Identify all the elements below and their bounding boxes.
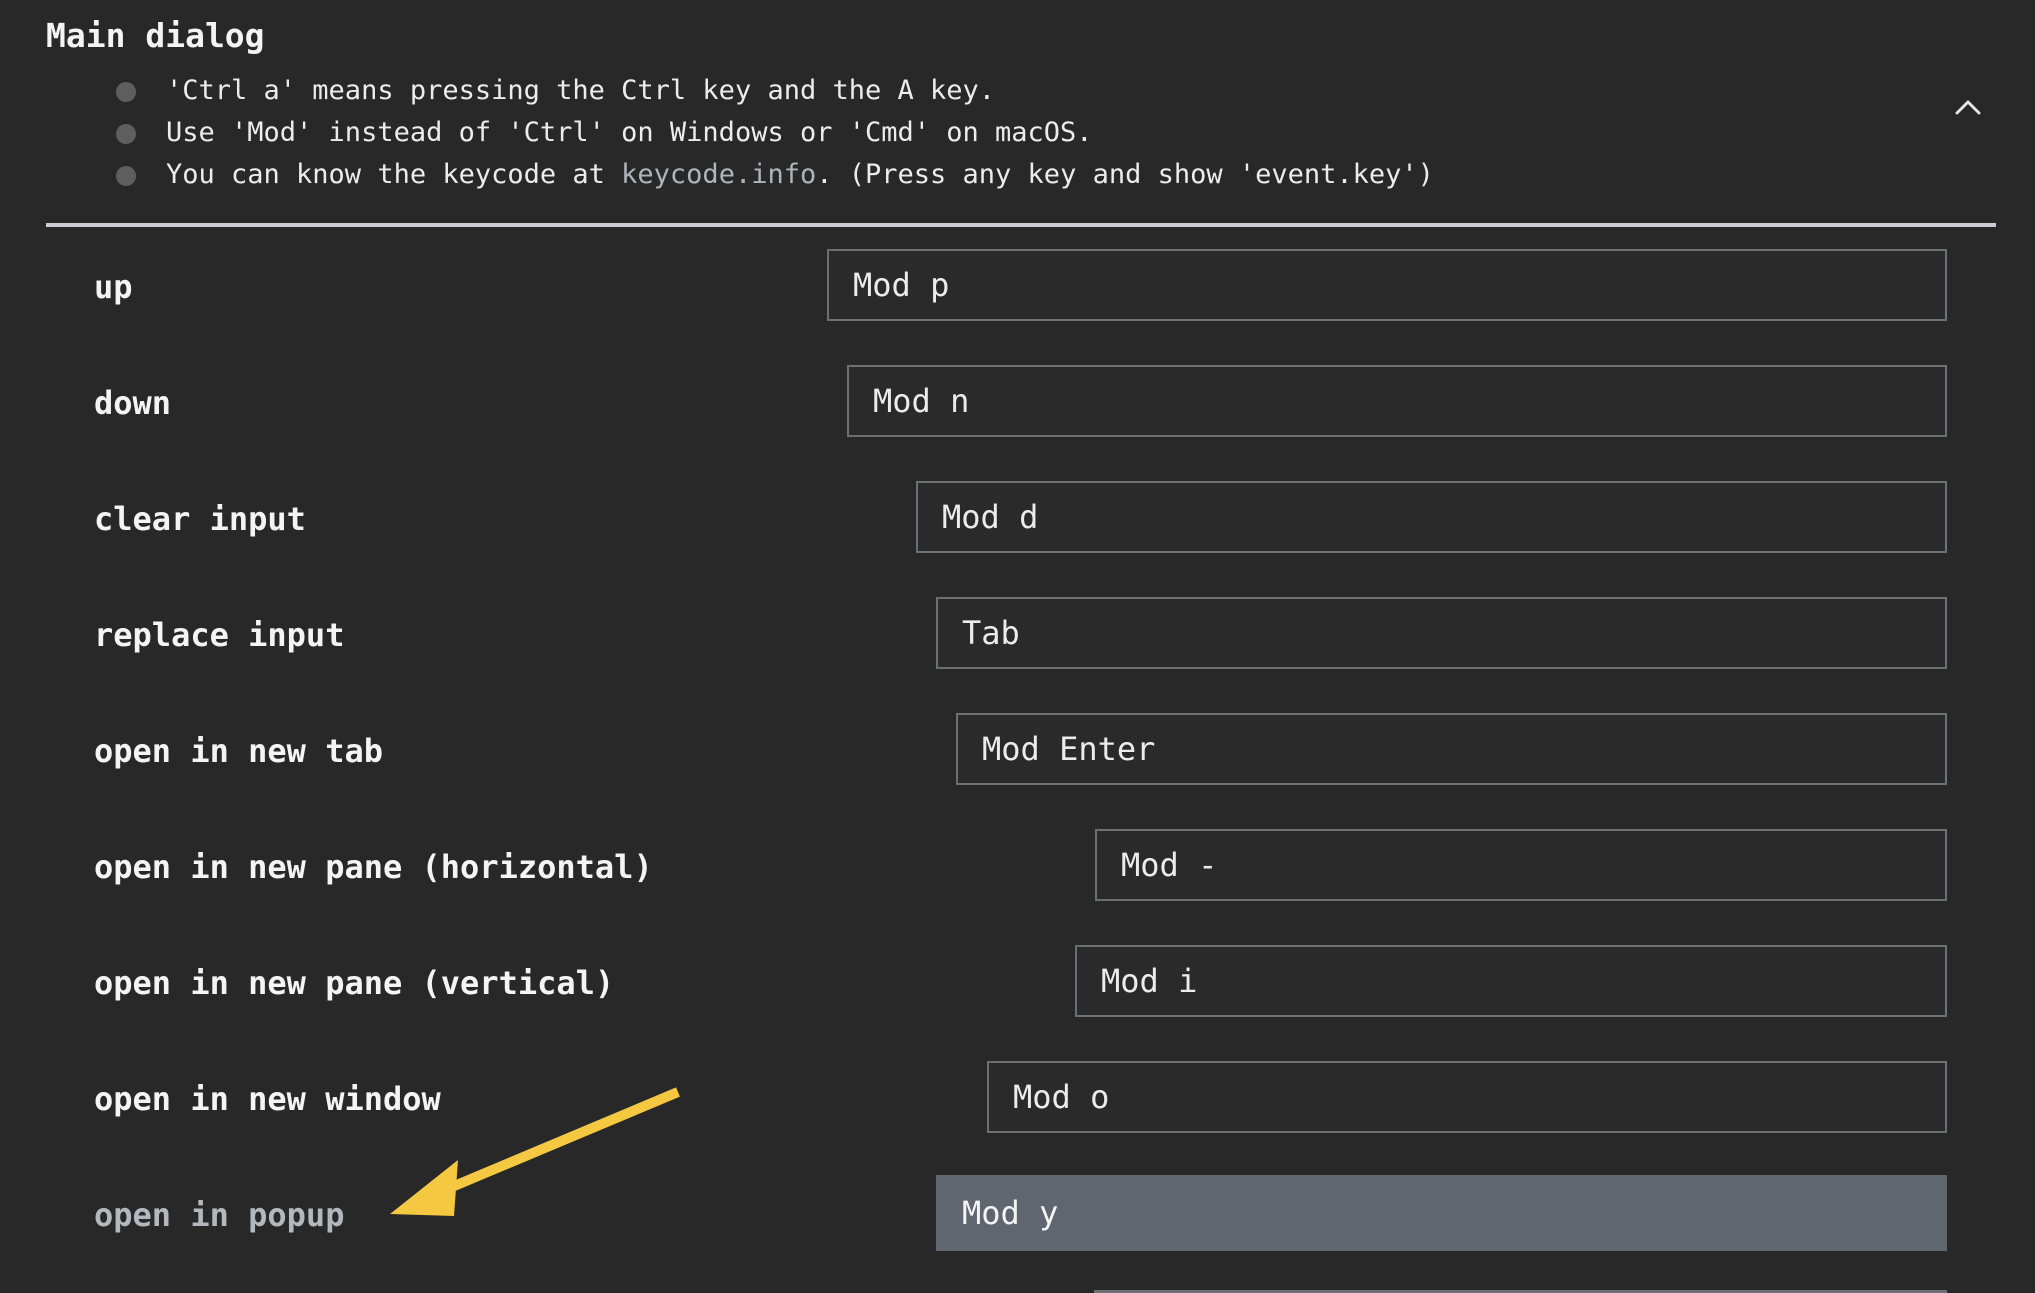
note-text: Use 'Mod' instead of 'Ctrl' on Windows o…: [166, 117, 1093, 148]
note-text: You can know the keycode at: [166, 159, 622, 190]
note-text: 'Ctrl a' means pressing the Ctrl key and…: [166, 75, 996, 106]
notes-list: 'Ctrl a' means pressing the Ctrl key and…: [116, 70, 1434, 196]
collapse-button[interactable]: [1950, 90, 1986, 126]
binding-input-open-new-tab[interactable]: [956, 713, 1947, 785]
binding-input-up[interactable]: [827, 249, 1947, 321]
note-text: . (Press any key and show 'event.key'): [816, 159, 1434, 190]
binding-input-open-pane-horizontal[interactable]: [1095, 829, 1947, 901]
binding-input-clear-input[interactable]: [916, 481, 1947, 553]
chevron-up-icon: [1955, 100, 1981, 115]
binding-label-clear-input: clear input: [94, 500, 306, 538]
note-item: 'Ctrl a' means pressing the Ctrl key and…: [116, 70, 1434, 112]
bullet-icon: [116, 82, 136, 102]
section-divider: [46, 223, 1996, 227]
section-title: Main dialog: [46, 16, 265, 55]
keycode-link[interactable]: keycode.info: [621, 159, 816, 190]
binding-input-open-pane-vertical[interactable]: [1075, 945, 1947, 1017]
bullet-icon: [116, 124, 136, 144]
binding-input-down[interactable]: [847, 365, 1947, 437]
binding-label-open-new-tab: open in new tab: [94, 732, 383, 770]
note-item: You can know the keycode at keycode.info…: [116, 154, 1434, 196]
binding-input-open-popup[interactable]: [936, 1175, 1947, 1251]
binding-label-open-popup: open in popup: [94, 1196, 345, 1234]
settings-page: Main dialog 'Ctrl a' means pressing the …: [0, 0, 2035, 1293]
note-item: Use 'Mod' instead of 'Ctrl' on Windows o…: [116, 112, 1434, 154]
binding-input-replace-input[interactable]: [936, 597, 1947, 669]
binding-label-open-pane-horizontal: open in new pane (horizontal): [94, 848, 653, 886]
binding-label-down: down: [94, 384, 172, 422]
binding-label-up: up: [94, 268, 133, 306]
binding-label-replace-input: replace input: [94, 616, 345, 654]
annotation-arrow-icon: [390, 1087, 680, 1216]
binding-label-open-pane-vertical: open in new pane (vertical): [94, 964, 615, 1002]
binding-input-open-new-window[interactable]: [987, 1061, 1947, 1133]
bullet-icon: [116, 166, 136, 186]
